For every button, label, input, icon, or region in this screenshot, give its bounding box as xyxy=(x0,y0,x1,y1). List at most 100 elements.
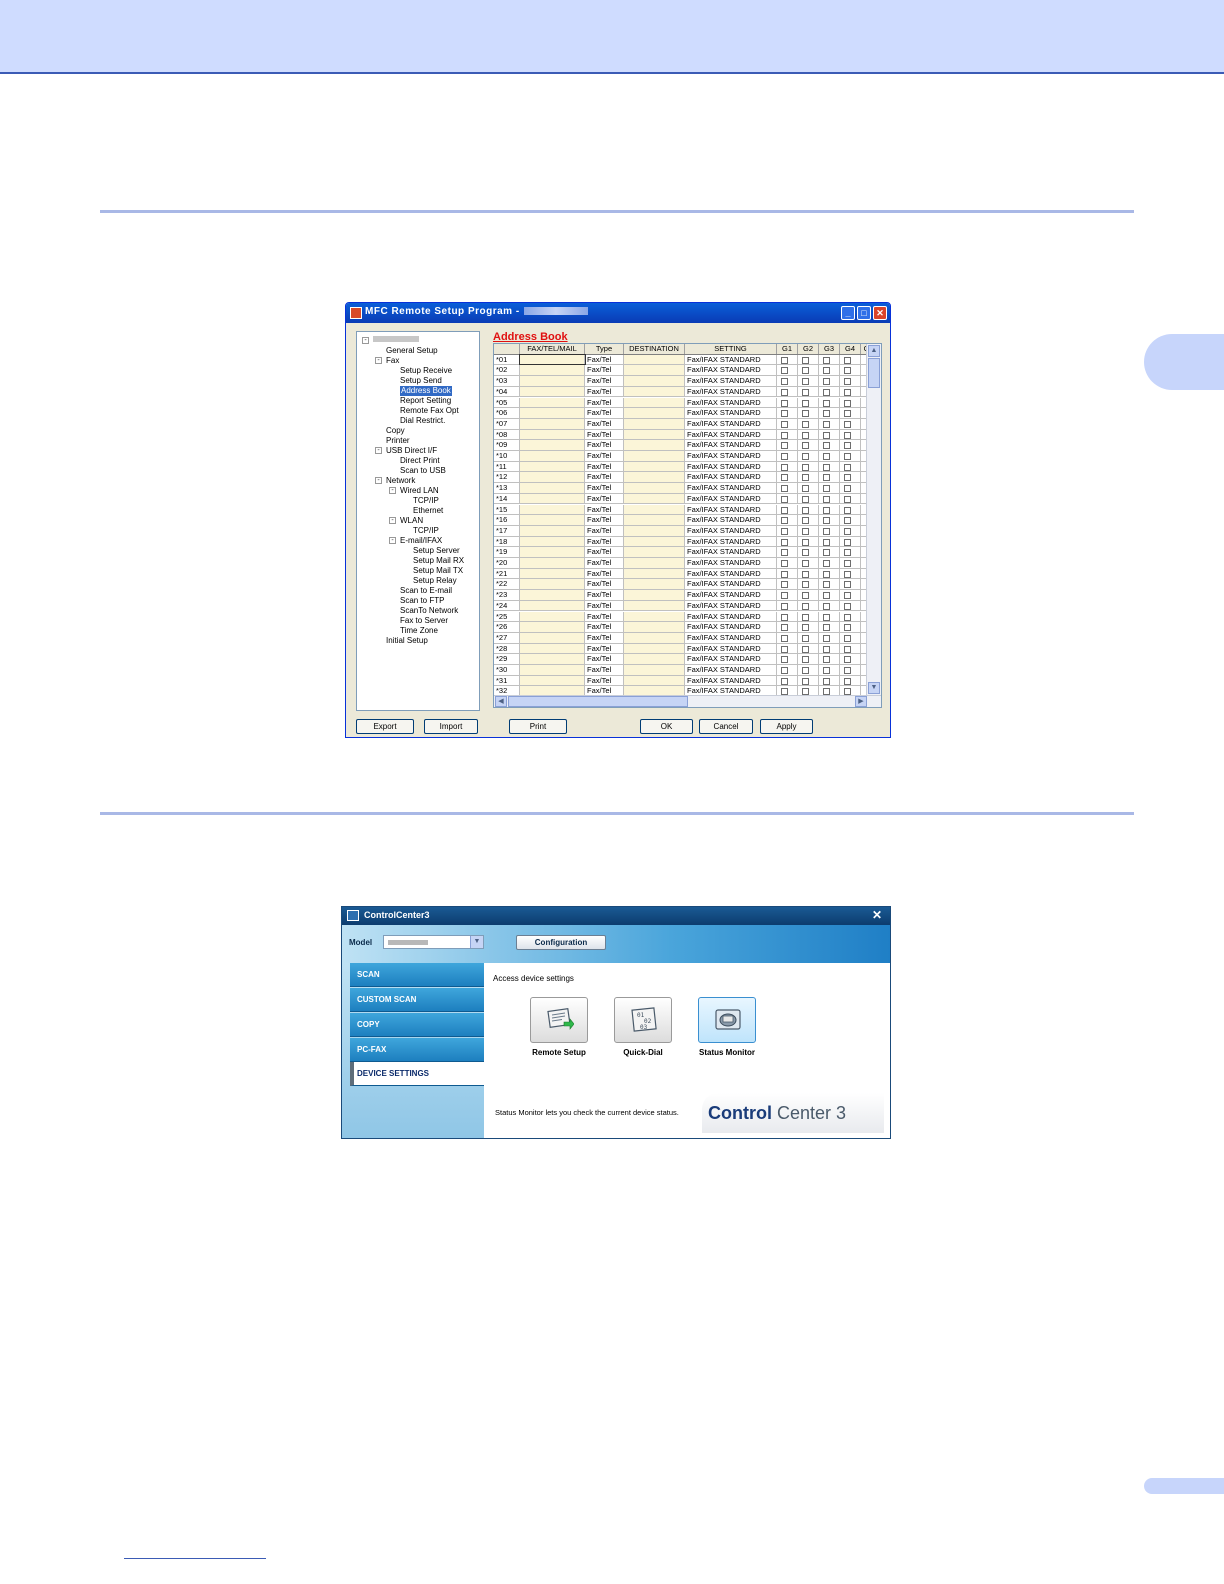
fax-tel-mail-cell[interactable] xyxy=(520,440,585,450)
group-checkbox-cell[interactable] xyxy=(840,547,861,557)
group-checkbox-cell[interactable] xyxy=(840,611,861,622)
group-checkbox[interactable] xyxy=(844,549,851,557)
setting-cell[interactable]: Fax/IFAX STANDARD xyxy=(685,675,777,686)
group-checkbox[interactable] xyxy=(802,474,809,482)
group-checkbox-cell[interactable] xyxy=(819,440,840,450)
group-checkbox[interactable] xyxy=(844,463,851,471)
group-checkbox-cell[interactable] xyxy=(819,418,840,429)
setting-cell[interactable]: Fax/IFAX STANDARD xyxy=(685,547,777,557)
type-cell[interactable]: Fax/Tel xyxy=(585,622,624,632)
group-checkbox-cell[interactable] xyxy=(819,483,840,493)
chevron-down-icon[interactable]: ▼ xyxy=(470,936,483,948)
group-checkbox[interactable] xyxy=(844,677,851,685)
destination-cell[interactable] xyxy=(624,354,685,365)
tree-item[interactable]: WLAN xyxy=(400,516,423,526)
type-cell[interactable]: Fax/Tel xyxy=(585,365,624,376)
group-checkbox[interactable] xyxy=(844,667,851,674)
group-checkbox-cell[interactable] xyxy=(798,632,819,643)
group-checkbox[interactable] xyxy=(844,527,851,535)
group-checkbox-cell[interactable] xyxy=(777,558,798,568)
group-checkbox-cell[interactable] xyxy=(819,504,840,515)
destination-cell[interactable] xyxy=(624,483,685,493)
group-checkbox-cell[interactable] xyxy=(777,472,798,483)
group-checkbox-cell[interactable] xyxy=(840,483,861,493)
group-checkbox-cell[interactable] xyxy=(798,665,819,675)
destination-cell[interactable] xyxy=(624,590,685,600)
tree-expander-icon[interactable]: - xyxy=(362,337,369,344)
type-cell[interactable]: Fax/Tel xyxy=(585,429,624,440)
tree-item[interactable]: Scan to FTP xyxy=(400,596,444,606)
destination-cell[interactable] xyxy=(624,386,685,397)
table-row[interactable]: *01 Fax/Tel Fax/IFAX STANDARD xyxy=(494,353,867,366)
type-cell[interactable]: Fax/Tel xyxy=(585,386,624,397)
group-checkbox-cell[interactable] xyxy=(840,354,861,365)
group-checkbox-cell[interactable] xyxy=(819,451,840,461)
nav-copy[interactable]: COPY xyxy=(350,1013,484,1037)
group-checkbox-cell[interactable] xyxy=(819,376,840,386)
group-checkbox[interactable] xyxy=(844,570,851,578)
group-checkbox-cell[interactable] xyxy=(798,590,819,600)
group-checkbox-cell[interactable] xyxy=(819,590,840,600)
group-checkbox[interactable] xyxy=(781,463,788,471)
group-checkbox[interactable] xyxy=(823,410,830,418)
group-checkbox-cell[interactable] xyxy=(840,568,861,579)
table-row[interactable]: *26 Fax/Tel Fax/IFAX STANDARD xyxy=(494,622,867,633)
setting-cell[interactable]: Fax/IFAX STANDARD xyxy=(685,418,777,429)
fax-tel-mail-cell[interactable] xyxy=(520,408,585,418)
group-checkbox[interactable] xyxy=(802,506,809,514)
group-checkbox[interactable] xyxy=(844,367,851,375)
group-checkbox-cell[interactable] xyxy=(777,376,798,386)
group-checkbox[interactable] xyxy=(844,453,851,460)
destination-cell[interactable] xyxy=(624,397,685,408)
group-checkbox-cell[interactable] xyxy=(819,568,840,579)
group-checkbox[interactable] xyxy=(844,613,851,621)
group-checkbox[interactable] xyxy=(823,356,830,364)
group-checkbox-cell[interactable] xyxy=(777,568,798,579)
scroll-down-icon[interactable]: ▼ xyxy=(868,682,880,694)
group-checkbox-cell[interactable] xyxy=(819,429,840,440)
group-checkbox-cell[interactable] xyxy=(777,365,798,376)
table-row[interactable]: *23 Fax/Tel Fax/IFAX STANDARD xyxy=(494,590,867,601)
table-row[interactable]: *16 Fax/Tel Fax/IFAX STANDARD xyxy=(494,515,867,526)
scroll-thumb[interactable] xyxy=(868,358,880,388)
group-checkbox-cell[interactable] xyxy=(798,558,819,568)
group-checkbox[interactable] xyxy=(844,495,851,503)
group-checkbox[interactable] xyxy=(781,356,788,364)
group-checkbox-cell[interactable] xyxy=(777,504,798,515)
group-checkbox[interactable] xyxy=(844,442,851,450)
group-checkbox[interactable] xyxy=(781,570,788,578)
fax-tel-mail-cell[interactable] xyxy=(520,675,585,686)
table-row[interactable]: *28 Fax/Tel Fax/IFAX STANDARD xyxy=(494,643,867,655)
type-cell[interactable]: Fax/Tel xyxy=(585,665,624,675)
group-checkbox[interactable] xyxy=(823,431,830,439)
tree-item[interactable]: Ethernet xyxy=(413,506,443,516)
table-row[interactable]: *06 Fax/Tel Fax/IFAX STANDARD xyxy=(494,408,867,419)
group-checkbox-cell[interactable] xyxy=(840,536,861,547)
quick-dial-label[interactable]: Quick-Dial xyxy=(598,1048,688,1057)
nav-scan[interactable]: SCAN xyxy=(350,963,484,987)
group-checkbox[interactable] xyxy=(802,602,809,610)
destination-cell[interactable] xyxy=(624,654,685,664)
table-row[interactable]: *18 Fax/Tel Fax/IFAX STANDARD xyxy=(494,536,867,548)
group-checkbox-cell[interactable] xyxy=(840,600,861,611)
model-select[interactable]: ▼ xyxy=(383,935,484,949)
destination-cell[interactable] xyxy=(624,472,685,483)
group-checkbox[interactable] xyxy=(802,538,809,546)
tree-item[interactable]: TCP/IP xyxy=(413,526,439,536)
table-row[interactable]: *13 Fax/Tel Fax/IFAX STANDARD xyxy=(494,483,867,494)
tree-item[interactable]: General Setup xyxy=(386,346,438,356)
group-checkbox-cell[interactable] xyxy=(819,525,840,536)
group-checkbox-cell[interactable] xyxy=(777,665,798,675)
tree-item[interactable]: E-mail/IFAX xyxy=(400,536,442,546)
group-checkbox-cell[interactable] xyxy=(798,515,819,525)
group-checkbox-cell[interactable] xyxy=(777,547,798,557)
type-cell[interactable]: Fax/Tel xyxy=(585,558,624,568)
group-checkbox-cell[interactable] xyxy=(798,611,819,622)
fax-tel-mail-cell[interactable] xyxy=(520,451,585,461)
fax-tel-mail-cell[interactable] xyxy=(520,493,585,504)
group-checkbox[interactable] xyxy=(844,420,851,428)
table-row[interactable]: *12 Fax/Tel Fax/IFAX STANDARD xyxy=(494,472,867,484)
destination-cell[interactable] xyxy=(624,504,685,515)
destination-cell[interactable] xyxy=(624,675,685,686)
group-checkbox[interactable] xyxy=(781,624,788,632)
